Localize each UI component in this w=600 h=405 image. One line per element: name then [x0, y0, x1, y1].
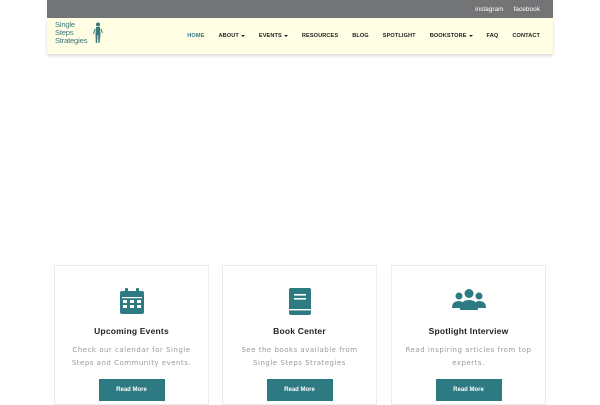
site-logo[interactable]: Single Steps Strategies [55, 20, 105, 53]
nav-contact[interactable]: CONTACT [512, 33, 540, 39]
site-header: instagram facebook Single Steps Strategi… [47, 0, 553, 54]
caret-down-icon [240, 34, 245, 37]
nav-events[interactable]: EVENTS [259, 33, 288, 39]
nav-blog[interactable]: BLOG [352, 33, 369, 39]
facebook-link[interactable]: facebook [514, 6, 540, 13]
nav-about[interactable]: ABOUT [218, 33, 245, 39]
caret-down-icon [283, 34, 288, 37]
card-upcoming-events: Upcoming Events Check our calendar for S… [54, 265, 209, 405]
read-more-button[interactable]: Read More [435, 379, 502, 401]
card-title: Book Center [273, 326, 326, 336]
card-description: Read inspiring articles from top experts… [405, 346, 532, 367]
nav-home[interactable]: HOME [187, 33, 204, 39]
users-icon [451, 289, 486, 310]
card-title: Upcoming Events [94, 326, 169, 336]
instagram-link[interactable]: instagram [475, 6, 504, 13]
walking-figures-icon [93, 22, 103, 43]
main-menu: HOME ABOUT EVENTS RESOURCES BLOG SPOTLIG… [173, 18, 540, 54]
calendar-icon [119, 288, 144, 314]
book-icon [288, 288, 311, 315]
card-description: See the books available from Single Step… [241, 346, 358, 367]
read-more-button[interactable]: Read More [266, 379, 333, 401]
nav-bookstore[interactable]: BOOKSTORE [430, 33, 473, 39]
card-spotlight-interview: Spotlight Interview Read inspiring artic… [391, 265, 546, 405]
top-bar: instagram facebook [47, 0, 553, 18]
caret-down-icon [468, 34, 473, 37]
card-description: Check our calendar for Single Steps and … [71, 346, 192, 367]
feature-cards: Upcoming Events Check our calendar for S… [54, 265, 546, 405]
nav-resources[interactable]: RESOURCES [302, 33, 338, 39]
read-more-button[interactable]: Read More [98, 379, 165, 401]
navbar: Single Steps Strategies HOME ABOUT EVENT… [47, 18, 553, 54]
card-title: Spotlight Interview [428, 326, 509, 336]
card-book-center: Book Center See the books available from… [222, 265, 377, 405]
nav-spotlight[interactable]: SPOTLIGHT [383, 33, 416, 39]
nav-faq[interactable]: FAQ [487, 33, 499, 39]
